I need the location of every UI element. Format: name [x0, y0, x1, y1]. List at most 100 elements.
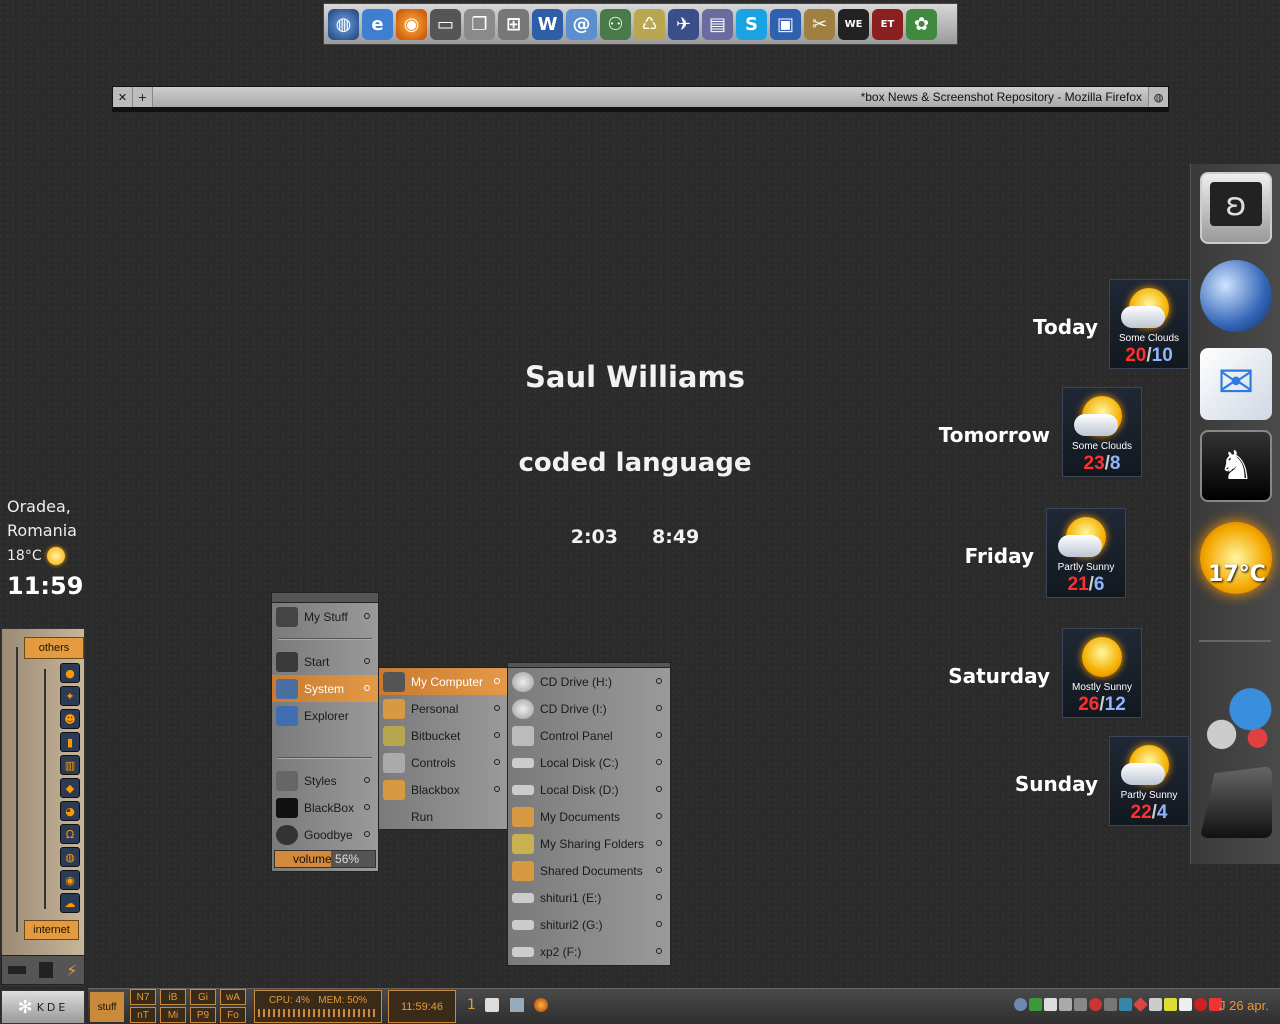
menu-item-controls[interactable]: Controls — [379, 749, 508, 776]
app-icon-9[interactable]: ◍ — [60, 847, 80, 867]
game-icon[interactable]: ET — [872, 8, 903, 40]
leaf-icon[interactable]: ✿ — [906, 8, 937, 40]
tray-sound-icon[interactable] — [1104, 998, 1117, 1011]
menu-item-disk-d[interactable]: Local Disk (D:) — [508, 776, 670, 803]
menu-item-sharing-folders[interactable]: My Sharing Folders — [508, 830, 670, 857]
task-button[interactable]: Gi — [190, 989, 216, 1005]
group-others[interactable]: others — [24, 637, 84, 659]
menu-item-shared-documents[interactable]: Shared Documents — [508, 857, 670, 884]
app-icon-3[interactable]: ☻ — [60, 709, 80, 729]
google-earth-icon[interactable]: ◍ — [328, 8, 359, 40]
app-icon-5[interactable]: ▥ — [60, 755, 80, 775]
show-desktop-icon[interactable] — [485, 998, 499, 1012]
network-connection-icon[interactable]: ⚇ — [600, 8, 631, 40]
minimize-icon[interactable] — [8, 966, 27, 974]
menu-item-control-panel[interactable]: Control Panel — [508, 722, 670, 749]
scissors-icon[interactable]: ✂ — [804, 8, 835, 40]
tray-blue-icon[interactable] — [1119, 998, 1132, 1011]
globe-icon[interactable] — [1200, 260, 1272, 332]
app-icon-1[interactable]: ● — [60, 663, 80, 683]
word-icon[interactable]: W — [532, 8, 563, 40]
hard-disk-icon — [512, 784, 534, 795]
tray-monitor-icon[interactable] — [1149, 998, 1162, 1011]
winning-eleven-icon[interactable]: WE — [838, 8, 869, 40]
winamp-icon[interactable] — [1200, 766, 1272, 838]
app-icon-4[interactable]: ▮ — [60, 732, 80, 752]
tray-diamond-icon[interactable] — [1133, 997, 1148, 1012]
menu-item-start[interactable]: Start — [272, 648, 378, 675]
menu-item-system[interactable]: System — [272, 675, 378, 702]
system-submenu: My Computer Personal Bitbucket Controls … — [378, 667, 509, 830]
jet-icon[interactable]: ✈ — [668, 8, 699, 40]
tray-globe-icon[interactable] — [1014, 998, 1027, 1011]
menu-item-explorer[interactable]: Explorer — [272, 702, 378, 729]
app-icon-6[interactable]: ◆ — [60, 778, 80, 798]
my-computer-icon[interactable]: ▭ — [430, 8, 461, 40]
right-dock: ʚ ✉ ♞ 17°C — [1190, 164, 1280, 864]
firefox-icon[interactable]: ◍ — [1148, 87, 1168, 107]
menu-item-my-documents[interactable]: My Documents — [508, 803, 670, 830]
tray-network-icon[interactable] — [1059, 998, 1072, 1011]
tray-red-icon[interactable] — [1089, 998, 1102, 1011]
recycle-bin-icon[interactable]: ♺ — [634, 8, 665, 40]
tray-yellow-icon[interactable] — [1164, 998, 1177, 1011]
workspace-button[interactable]: stuff — [90, 992, 124, 1022]
task-button[interactable]: nT — [130, 1007, 156, 1023]
tray-fox-icon[interactable] — [1044, 998, 1057, 1011]
menu-item-cd-i[interactable]: CD Drive (I:) — [508, 695, 670, 722]
book-icon[interactable]: ▤ — [702, 8, 733, 40]
app-icon-7[interactable]: ◕ — [60, 801, 80, 821]
task-button[interactable]: iB — [160, 989, 186, 1005]
tray-green-icon[interactable] — [1029, 998, 1042, 1011]
window-icon[interactable] — [39, 962, 54, 978]
menu-item-bitbucket[interactable]: Bitbucket — [379, 722, 508, 749]
group-internet[interactable]: internet — [24, 920, 79, 940]
tray-app-icon[interactable] — [1074, 998, 1087, 1011]
tray-power-icon[interactable] — [1194, 998, 1207, 1011]
task-button[interactable]: N7 — [130, 989, 156, 1005]
network-icon[interactable]: ⊞ — [498, 8, 529, 40]
app-icon-11[interactable]: ☁ — [60, 893, 80, 913]
task-button[interactable]: Mi — [160, 1007, 186, 1023]
menu-item-run[interactable]: Run — [379, 803, 508, 830]
menu-item-disk-c[interactable]: Local Disk (C:) — [508, 749, 670, 776]
firefox-task-icon[interactable] — [534, 998, 548, 1012]
menu-item-disk-g[interactable]: shituri2 (G:) — [508, 911, 670, 938]
close-icon[interactable]: ✕ — [113, 87, 133, 107]
documents-icon[interactable]: ❐ — [464, 8, 495, 40]
settings-icon[interactable] — [1200, 684, 1272, 756]
menu-item-blackbox[interactable]: BlackBox — [272, 794, 378, 821]
task-button[interactable]: wA — [220, 989, 246, 1005]
menu-item-blackbox-folder[interactable]: Blackbox — [379, 776, 508, 803]
menu-item-my-computer[interactable]: My Computer — [379, 668, 508, 695]
menu-item-disk-f[interactable]: xp2 (F:) — [508, 938, 670, 965]
menu-item-styles[interactable]: Styles — [272, 767, 378, 794]
mail-sync-icon[interactable]: ✉ — [1200, 348, 1272, 420]
window-list-icon[interactable] — [510, 998, 524, 1012]
shade-icon[interactable]: + — [133, 87, 153, 107]
floppy-icon[interactable]: ▣ — [770, 8, 801, 40]
app-icon-10[interactable]: ◉ — [60, 870, 80, 890]
menu-item-cd-h[interactable]: CD Drive (H:) — [508, 668, 670, 695]
foobar-icon[interactable]: ♞ — [1200, 430, 1272, 502]
firefox-titlebar[interactable]: ✕ + *box News & Screenshot Repository - … — [112, 86, 1169, 108]
tray-lightning-icon[interactable] — [1179, 998, 1192, 1011]
menu-item-goodbye[interactable]: Goodbye — [272, 821, 378, 848]
menu-item-personal[interactable]: Personal — [379, 695, 508, 722]
firefox-icon[interactable]: ◉ — [396, 8, 427, 40]
gimp-monitor-icon[interactable]: ʚ — [1200, 172, 1272, 244]
app-icon-2[interactable]: ✦ — [60, 686, 80, 706]
task-button[interactable]: P9 — [190, 1007, 216, 1023]
menu-item-disk-e[interactable]: shituri1 (E:) — [508, 884, 670, 911]
skype-icon[interactable]: S — [736, 8, 767, 40]
desktop-number[interactable]: 1 — [467, 997, 476, 1013]
volume-slider[interactable]: volume 56% — [274, 850, 376, 868]
kde-button[interactable]: ✻ KDE — [1, 990, 85, 1024]
outlook-icon[interactable]: @ — [566, 8, 597, 40]
app-icon-8[interactable]: Ω — [60, 824, 80, 844]
lightning-icon[interactable]: ⚡ — [66, 961, 77, 980]
internet-explorer-icon[interactable]: e — [362, 8, 393, 40]
menu-item-my-stuff[interactable]: My Stuff — [272, 603, 378, 630]
my-computer-icon — [383, 671, 405, 692]
task-button[interactable]: Fo — [220, 1007, 246, 1023]
